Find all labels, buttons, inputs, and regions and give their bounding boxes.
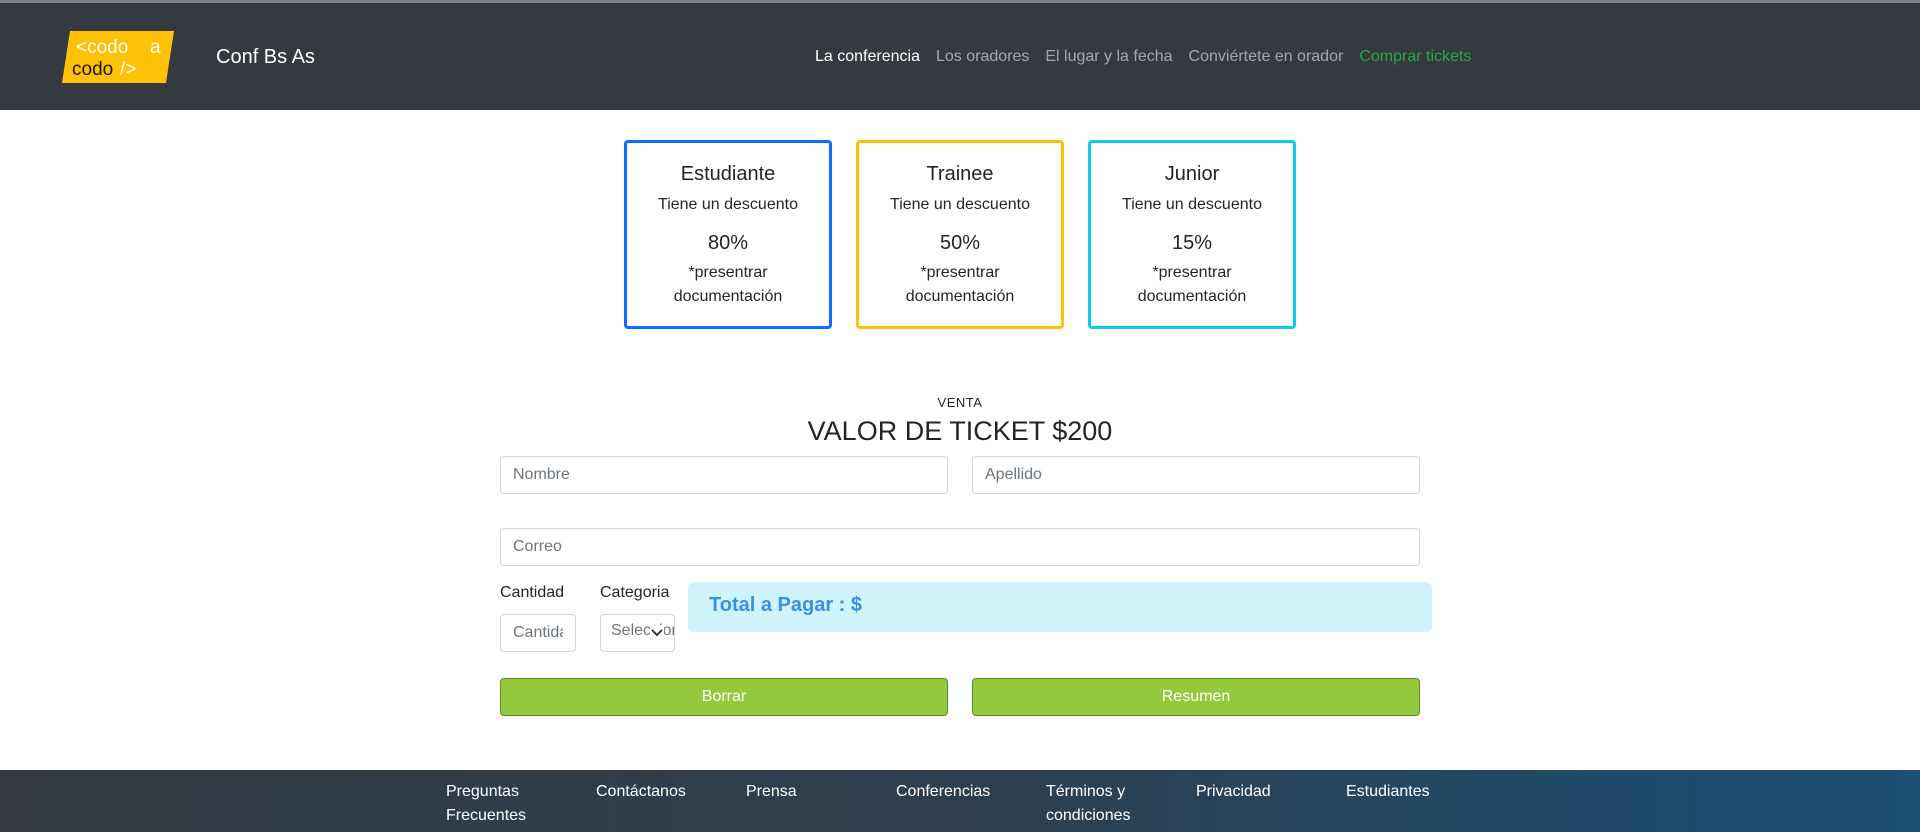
card-subtitle: Tiene un descuento — [890, 196, 1030, 213]
footer: Preguntas Frecuentes Contáctanos Prensa … — [0, 770, 1920, 832]
footer-link-contactanos[interactable]: Contáctanos — [596, 780, 746, 828]
nav-link-la-conferencia[interactable]: La conferencia — [815, 48, 920, 66]
discount-card-estudiante: Estudiante Tiene un descuento 80% *prese… — [624, 140, 832, 329]
card-note: *presentrar documentación — [1137, 264, 1247, 305]
svg-text:/>: /> — [120, 59, 136, 80]
discount-card-trainee: Trainee Tiene un descuento 50% *presentr… — [856, 140, 1064, 329]
svg-text:<codo: <codo — [76, 37, 128, 58]
footer-link-terminos[interactable]: Términos y condiciones — [1046, 780, 1196, 828]
nav-link-conviertete-en-orador[interactable]: Conviértete en orador — [1189, 48, 1344, 66]
sale-kicker: VENTA — [937, 395, 983, 410]
categoria-selected-value: Seleccionar — [611, 622, 674, 639]
nav-link-el-lugar-y-la-fecha[interactable]: El lugar y la fecha — [1045, 48, 1172, 66]
card-note: *presentrar documentación — [673, 264, 783, 305]
card-subtitle: Tiene un descuento — [658, 196, 798, 213]
footer-link-privacidad[interactable]: Privacidad — [1196, 780, 1346, 828]
discount-card-junior: Junior Tiene un descuento 15% *presentra… — [1088, 140, 1296, 329]
card-title: Estudiante — [680, 163, 776, 185]
brand-title[interactable]: Conf Bs As — [216, 46, 315, 69]
svg-text:a: a — [150, 37, 161, 58]
card-percent: 15% — [1171, 232, 1213, 254]
card-title: Trainee — [926, 163, 994, 185]
nav-link-comprar-tickets[interactable]: Comprar tickets — [1359, 48, 1471, 66]
correo-input[interactable] — [500, 528, 1420, 566]
footer-link-conferencias[interactable]: Conferencias — [896, 780, 1046, 828]
total-a-pagar: Total a Pagar : $ — [688, 582, 1432, 632]
borrar-button[interactable]: Borrar — [500, 678, 948, 716]
apellido-input[interactable] — [972, 456, 1420, 494]
cantidad-label: Cantidad — [500, 584, 565, 601]
nombre-input[interactable] — [500, 456, 948, 494]
nav-links: La conferencia Los oradores El lugar y l… — [815, 48, 1471, 66]
categoria-select[interactable]: Seleccionar — [600, 614, 675, 652]
navbar: <codo a codo /> Conf Bs As La conferenci… — [0, 5, 1920, 110]
resumen-button[interactable]: Resumen — [972, 678, 1420, 716]
chevron-down-icon — [650, 625, 664, 639]
card-percent: 80% — [707, 232, 749, 254]
codo-a-codo-logo[interactable]: <codo a codo /> — [62, 31, 174, 83]
cantidad-input[interactable] — [500, 614, 576, 652]
nav-link-los-oradores[interactable]: Los oradores — [936, 48, 1029, 66]
card-title: Junior — [1164, 163, 1220, 185]
card-subtitle: Tiene un descuento — [1122, 196, 1262, 213]
svg-text:codo: codo — [72, 59, 113, 80]
categoria-label: Categoria — [600, 584, 670, 601]
ticket-price-heading: VALOR DE TICKET $200 — [807, 416, 1113, 446]
card-percent: 50% — [939, 232, 981, 254]
footer-links: Preguntas Frecuentes Contáctanos Prensa … — [446, 780, 1496, 828]
footer-link-preguntas-frecuentes[interactable]: Preguntas Frecuentes — [446, 780, 596, 828]
footer-link-estudiantes[interactable]: Estudiantes — [1346, 780, 1496, 828]
card-note: *presentrar documentación — [905, 264, 1015, 305]
footer-link-prensa[interactable]: Prensa — [746, 780, 896, 828]
